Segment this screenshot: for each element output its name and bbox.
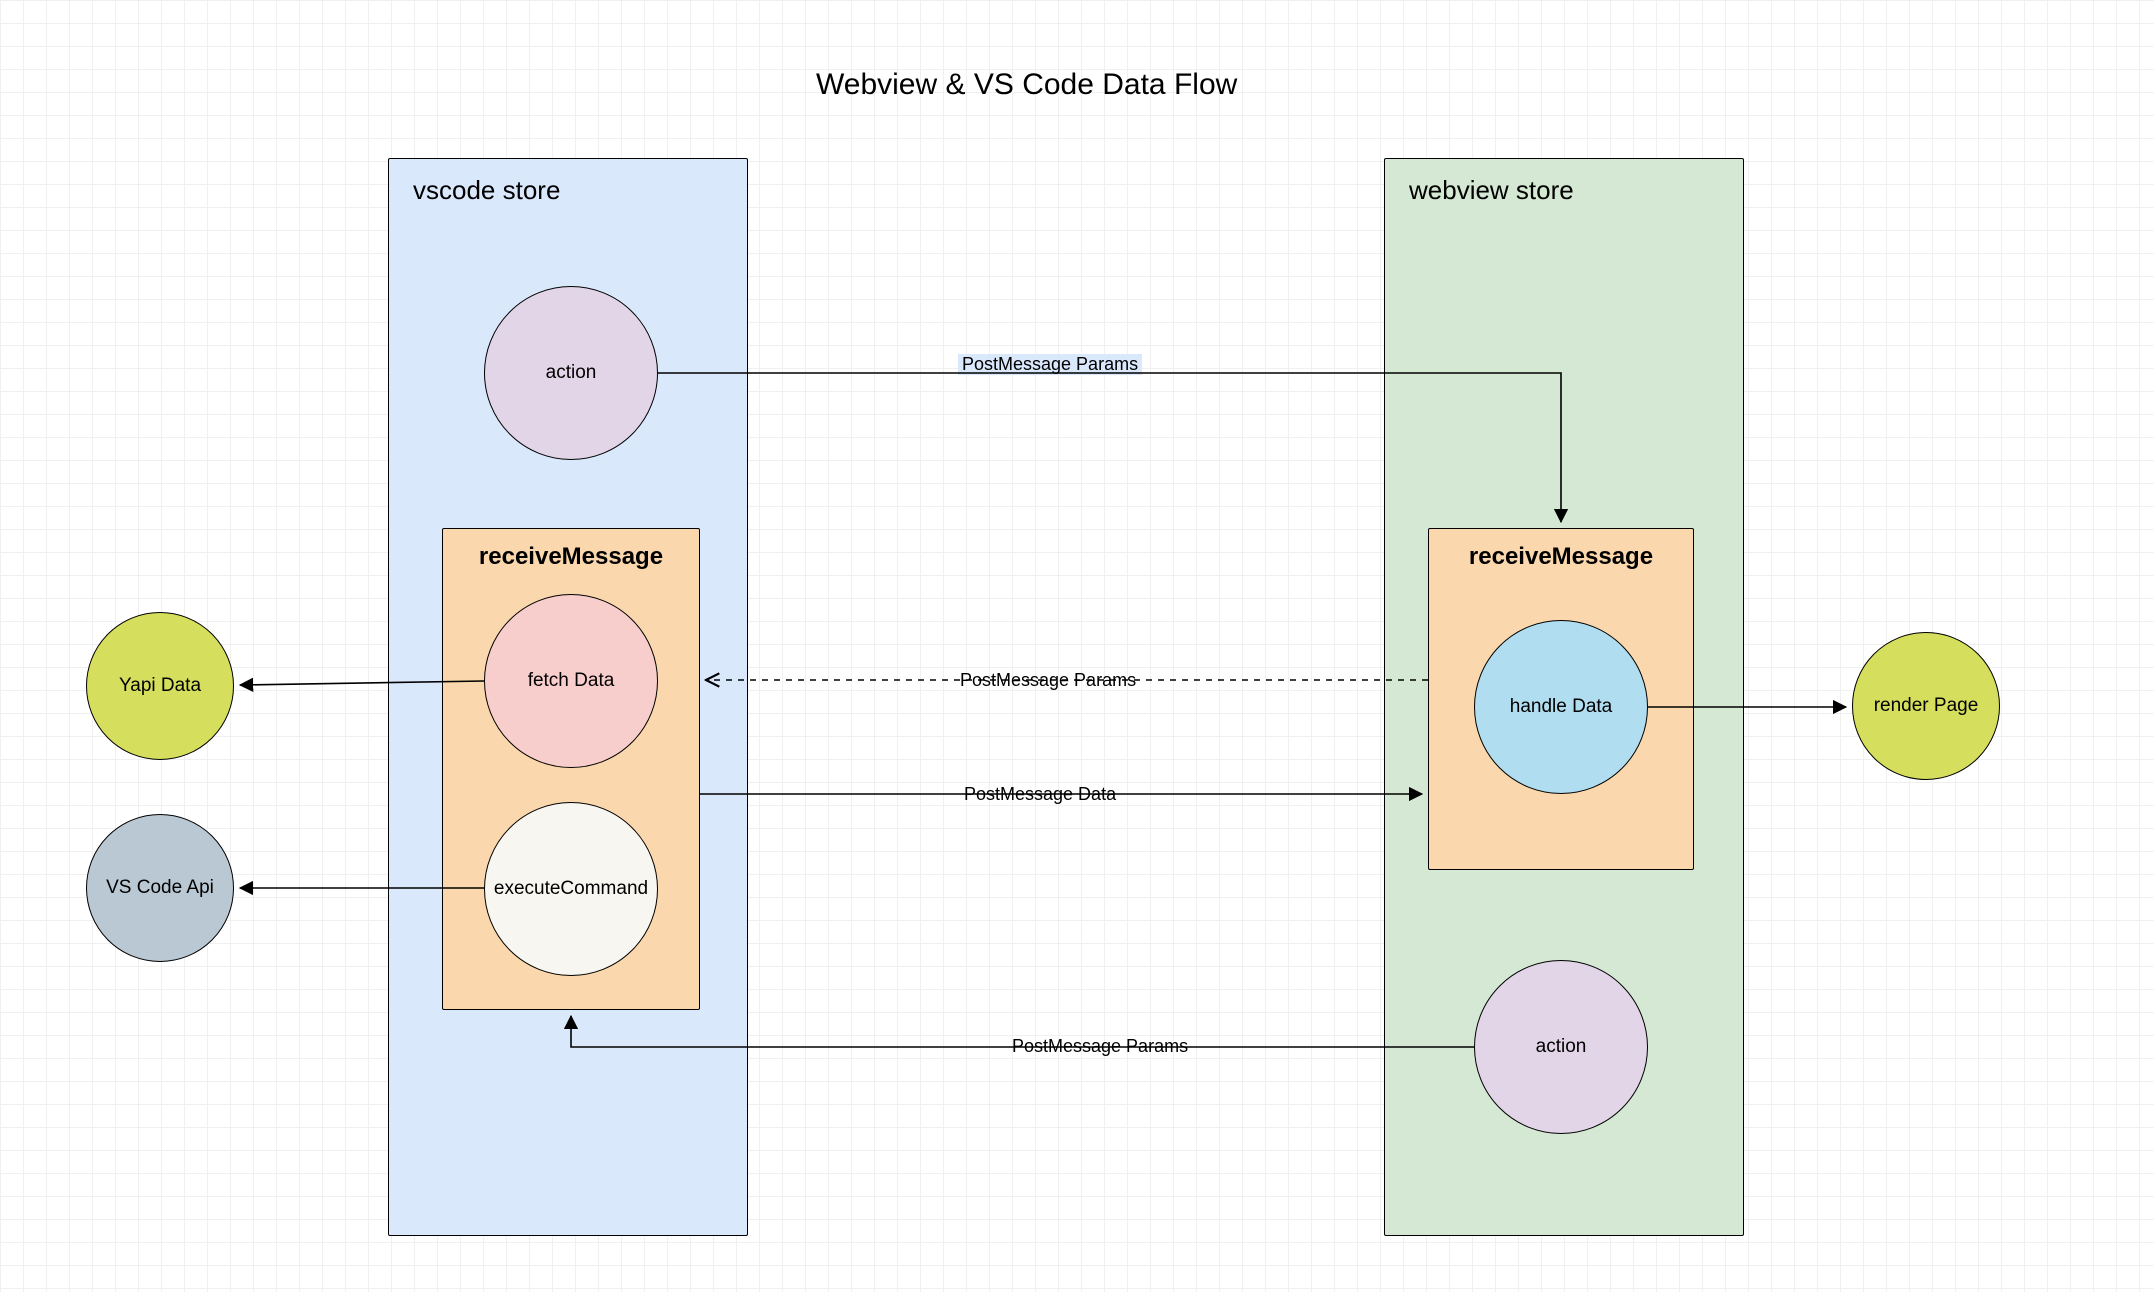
handle-data-label: handle Data bbox=[1510, 696, 1612, 719]
fetch-data-node: fetch Data bbox=[484, 594, 658, 768]
yapi-data-label: Yapi Data bbox=[119, 675, 201, 698]
fetch-data-label: fetch Data bbox=[528, 670, 615, 693]
edges-overlay bbox=[0, 0, 2154, 1292]
vscode-api-label: VS Code Api bbox=[106, 877, 214, 900]
webview-action-label: action bbox=[1536, 1036, 1587, 1059]
edge-label-pm-params-2: PostMessage Params bbox=[956, 670, 1140, 691]
vscode-action-node: action bbox=[484, 286, 658, 460]
edge-label-pm-params-3: PostMessage Params bbox=[1008, 1036, 1192, 1057]
handle-data-node: handle Data bbox=[1474, 620, 1648, 794]
yapi-data-node: Yapi Data bbox=[86, 612, 234, 760]
vscode-action-label: action bbox=[546, 362, 597, 385]
render-page-node: render Page bbox=[1852, 632, 2000, 780]
execute-command-label: executeCommand bbox=[494, 878, 648, 901]
edge-label-pm-data: PostMessage Data bbox=[960, 784, 1120, 805]
vscode-api-node: VS Code Api bbox=[86, 814, 234, 962]
diagram-canvas: Webview & VS Code Data Flow vscode store… bbox=[0, 0, 2154, 1292]
vscode-receive-label: receiveMessage bbox=[443, 543, 699, 571]
render-page-label: render Page bbox=[1874, 695, 1979, 718]
webview-receive-label: receiveMessage bbox=[1429, 543, 1693, 571]
vscode-store-label: vscode store bbox=[413, 175, 560, 206]
edge-label-pm-params-1: PostMessage Params bbox=[958, 354, 1142, 375]
diagram-title: Webview & VS Code Data Flow bbox=[816, 68, 1237, 102]
webview-store-label: webview store bbox=[1409, 175, 1574, 206]
webview-action-node: action bbox=[1474, 960, 1648, 1134]
execute-command-node: executeCommand bbox=[484, 802, 658, 976]
